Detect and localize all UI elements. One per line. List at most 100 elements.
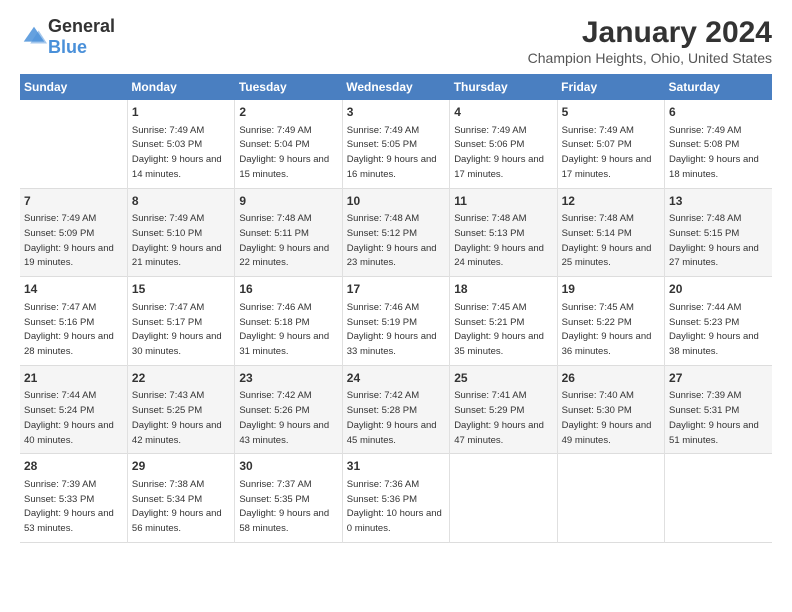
calendar-cell: 22Sunrise: 7:43 AMSunset: 5:25 PMDayligh… [127,365,234,454]
day-number: 25 [454,370,552,387]
calendar-cell: 4Sunrise: 7:49 AMSunset: 5:06 PMDaylight… [450,100,557,188]
day-number: 20 [669,281,768,298]
cell-info: Sunrise: 7:48 AMSunset: 5:12 PMDaylight:… [347,213,437,268]
calendar-cell: 13 Sunrise: 7:48 AMSunset: 5:15 PMDayligh… [665,188,772,277]
calendar-cell: 19 Sunrise: 7:45 AMSunset: 5:22 PMDayligh… [557,277,664,366]
calendar-cell: 11Sunrise: 7:48 AMSunset: 5:13 PMDayligh… [450,188,557,277]
day-number: 29 [132,458,230,475]
location-subtitle: Champion Heights, Ohio, United States [528,50,772,66]
cell-info: Sunrise: 7:49 AMSunset: 5:04 PMDaylight:… [239,125,329,180]
calendar-cell: 7Sunrise: 7:49 AMSunset: 5:09 PMDaylight… [20,188,127,277]
day-number: 6 [669,104,768,121]
calendar-cell: 29Sunrise: 7:38 AMSunset: 5:34 PMDayligh… [127,454,234,543]
day-number: 15 [132,281,230,298]
calendar-cell: 25 Sunrise: 7:41 AMSunset: 5:29 PMDayligh… [450,365,557,454]
day-number: 5 [562,104,660,121]
calendar-cell: 28 Sunrise: 7:39 AMSunset: 5:33 PMDayligh… [20,454,127,543]
day-number: 21 [24,370,123,387]
day-of-week-header: Sunday [20,74,127,100]
logo: General Blue [20,16,115,58]
calendar-cell: 5Sunrise: 7:49 AMSunset: 5:07 PMDaylight… [557,100,664,188]
day-number: 4 [454,104,552,121]
cell-info: Sunrise: 7:48 AMSunset: 5:14 PMDaylight:… [562,213,652,268]
day-number: 28 [24,458,123,475]
day-of-week-header: Monday [127,74,234,100]
calendar-cell [557,454,664,543]
cell-info: Sunrise: 7:49 AMSunset: 5:03 PMDaylight:… [132,125,222,180]
calendar-cell: 12 Sunrise: 7:48 AMSunset: 5:14 PMDayligh… [557,188,664,277]
day-number: 8 [132,193,230,210]
calendar-cell: 6 Sunrise: 7:49 AMSunset: 5:08 PMDaylight… [665,100,772,188]
day-number: 27 [669,370,768,387]
calendar-cell: 18 Sunrise: 7:45 AMSunset: 5:21 PMDayligh… [450,277,557,366]
logo-blue-text: Blue [48,37,87,57]
header: General Blue January 2024 Champion Heigh… [20,16,772,66]
calendar-cell: 16 Sunrise: 7:46 AMSunset: 5:18 PMDayligh… [235,277,342,366]
cell-info: Sunrise: 7:45 AMSunset: 5:22 PMDaylight:… [562,302,652,357]
cell-info: Sunrise: 7:48 AMSunset: 5:11 PMDaylight:… [239,213,329,268]
cell-info: Sunrise: 7:46 AMSunset: 5:19 PMDaylight:… [347,302,437,357]
calendar-table: SundayMondayTuesdayWednesdayThursdayFrid… [20,74,772,543]
calendar-cell: 8 Sunrise: 7:49 AMSunset: 5:10 PMDaylight… [127,188,234,277]
cell-info: Sunrise: 7:45 AMSunset: 5:21 PMDaylight:… [454,302,544,357]
day-number: 18 [454,281,552,298]
cell-info: Sunrise: 7:46 AMSunset: 5:18 PMDaylight:… [239,302,329,357]
calendar-cell: 26 Sunrise: 7:40 AMSunset: 5:30 PMDayligh… [557,365,664,454]
calendar-cell: 1 Sunrise: 7:49 AMSunset: 5:03 PMDaylight… [127,100,234,188]
day-number: 1 [132,104,230,121]
calendar-week-row: 28 Sunrise: 7:39 AMSunset: 5:33 PMDayligh… [20,454,772,543]
month-title: January 2024 [528,16,772,50]
cell-info: Sunrise: 7:42 AMSunset: 5:28 PMDaylight:… [347,390,437,445]
cell-info: Sunrise: 7:40 AMSunset: 5:30 PMDaylight:… [562,390,652,445]
day-number: 2 [239,104,337,121]
cell-info: Sunrise: 7:49 AMSunset: 5:09 PMDaylight:… [24,213,114,268]
day-number: 16 [239,281,337,298]
cell-info: Sunrise: 7:49 AMSunset: 5:08 PMDaylight:… [669,125,759,180]
day-number: 19 [562,281,660,298]
calendar-week-row: 7Sunrise: 7:49 AMSunset: 5:09 PMDaylight… [20,188,772,277]
calendar-cell: 2 Sunrise: 7:49 AMSunset: 5:04 PMDaylight… [235,100,342,188]
calendar-cell: 24 Sunrise: 7:42 AMSunset: 5:28 PMDayligh… [342,365,449,454]
calendar-week-row: 1 Sunrise: 7:49 AMSunset: 5:03 PMDaylight… [20,100,772,188]
cell-info: Sunrise: 7:44 AMSunset: 5:23 PMDaylight:… [669,302,759,357]
day-number: 3 [347,104,445,121]
cell-info: Sunrise: 7:49 AMSunset: 5:05 PMDaylight:… [347,125,437,180]
cell-info: Sunrise: 7:41 AMSunset: 5:29 PMDaylight:… [454,390,544,445]
day-number: 10 [347,193,445,210]
day-of-week-header: Saturday [665,74,772,100]
day-number: 14 [24,281,123,298]
day-number: 24 [347,370,445,387]
cell-info: Sunrise: 7:49 AMSunset: 5:10 PMDaylight:… [132,213,222,268]
calendar-cell: 27Sunrise: 7:39 AMSunset: 5:31 PMDayligh… [665,365,772,454]
cell-info: Sunrise: 7:37 AMSunset: 5:35 PMDaylight:… [239,479,329,534]
calendar-cell: 21 Sunrise: 7:44 AMSunset: 5:24 PMDayligh… [20,365,127,454]
day-number: 26 [562,370,660,387]
calendar-cell: 15Sunrise: 7:47 AMSunset: 5:17 PMDayligh… [127,277,234,366]
calendar-week-row: 14 Sunrise: 7:47 AMSunset: 5:16 PMDayligh… [20,277,772,366]
calendar-cell: 20 Sunrise: 7:44 AMSunset: 5:23 PMDayligh… [665,277,772,366]
calendar-cell: 17 Sunrise: 7:46 AMSunset: 5:19 PMDayligh… [342,277,449,366]
calendar-cell: 31Sunrise: 7:36 AMSunset: 5:36 PMDayligh… [342,454,449,543]
day-number: 13 [669,193,768,210]
day-number: 12 [562,193,660,210]
cell-info: Sunrise: 7:39 AMSunset: 5:33 PMDaylight:… [24,479,114,534]
cell-info: Sunrise: 7:43 AMSunset: 5:25 PMDaylight:… [132,390,222,445]
day-of-week-header: Tuesday [235,74,342,100]
day-number: 9 [239,193,337,210]
calendar-cell: 10 Sunrise: 7:48 AMSunset: 5:12 PMDayligh… [342,188,449,277]
cell-info: Sunrise: 7:44 AMSunset: 5:24 PMDaylight:… [24,390,114,445]
day-number: 17 [347,281,445,298]
logo-general-text: General [48,16,115,36]
cell-info: Sunrise: 7:42 AMSunset: 5:26 PMDaylight:… [239,390,329,445]
calendar-cell: 3 Sunrise: 7:49 AMSunset: 5:05 PMDaylight… [342,100,449,188]
cell-info: Sunrise: 7:47 AMSunset: 5:16 PMDaylight:… [24,302,114,357]
day-number: 11 [454,193,552,210]
calendar-header-row: SundayMondayTuesdayWednesdayThursdayFrid… [20,74,772,100]
calendar-cell: 14 Sunrise: 7:47 AMSunset: 5:16 PMDayligh… [20,277,127,366]
cell-info: Sunrise: 7:48 AMSunset: 5:15 PMDaylight:… [669,213,759,268]
general-blue-logo-icon [20,23,48,51]
day-number: 23 [239,370,337,387]
cell-info: Sunrise: 7:36 AMSunset: 5:36 PMDaylight:… [347,479,442,534]
day-of-week-header: Thursday [450,74,557,100]
day-number: 30 [239,458,337,475]
